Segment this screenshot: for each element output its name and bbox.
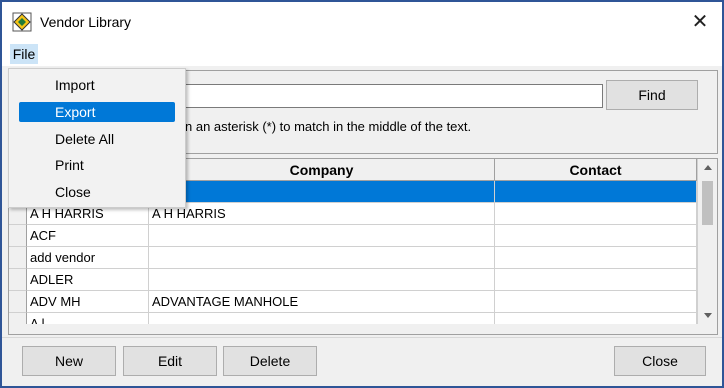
row-indicator	[9, 225, 27, 247]
cell-company	[149, 225, 495, 247]
search-input[interactable]	[179, 84, 603, 108]
menu-item-delete-all[interactable]: Delete All	[19, 129, 175, 149]
cell-name: ACF	[27, 225, 149, 247]
delete-button[interactable]: Delete	[223, 346, 317, 376]
edit-button[interactable]: Edit	[123, 346, 217, 376]
close-button[interactable]: Close	[614, 346, 706, 376]
scroll-down-icon[interactable]	[704, 313, 712, 318]
new-button[interactable]: New	[22, 346, 116, 376]
table-row[interactable]: ACF	[9, 225, 697, 247]
row-indicator	[9, 247, 27, 269]
window-title: Vendor Library	[40, 14, 132, 30]
header-company[interactable]: Company	[149, 159, 495, 181]
cell-company	[149, 247, 495, 269]
menu-item-print[interactable]: Print	[19, 155, 175, 175]
cell-name: add vendor	[27, 247, 149, 269]
cell-contact	[495, 291, 697, 313]
cell-company: ADVANTAGE MANHOLE	[149, 291, 495, 313]
header-contact[interactable]: Contact	[495, 159, 697, 181]
file-menu-dropdown: Import Export Delete All Print Close	[8, 68, 186, 208]
table-row[interactable]: ADV MH ADVANTAGE MANHOLE	[9, 291, 697, 313]
cell-name: ADV MH	[27, 291, 149, 313]
cell-company: A H HARRIS	[149, 203, 495, 225]
cell-contact	[495, 181, 697, 203]
search-hint: n an asterisk (*) to match in the middle…	[185, 119, 472, 134]
cell-company	[149, 181, 495, 203]
vendor-library-window: Vendor Library ✕ File Find n an asterisk…	[0, 0, 724, 388]
menu-item-export[interactable]: Export	[19, 102, 175, 122]
table-footer-strip	[8, 324, 718, 335]
row-indicator	[9, 291, 27, 313]
vertical-scrollbar[interactable]	[697, 159, 717, 325]
scroll-up-icon[interactable]	[704, 165, 712, 170]
table-row[interactable]: ADLER	[9, 269, 697, 291]
cell-company	[149, 269, 495, 291]
vendor-library-app-icon	[12, 12, 32, 32]
cell-contact	[495, 225, 697, 247]
table-row[interactable]: add vendor	[9, 247, 697, 269]
find-button[interactable]: Find	[606, 80, 698, 110]
scroll-thumb[interactable]	[702, 181, 713, 225]
menu-file[interactable]: File	[10, 44, 38, 64]
cell-name: ADLER	[27, 269, 149, 291]
menu-item-close[interactable]: Close	[19, 182, 175, 202]
divider	[2, 337, 722, 338]
menu-item-import[interactable]: Import	[19, 75, 175, 95]
cell-contact	[495, 269, 697, 291]
cell-contact	[495, 247, 697, 269]
close-icon[interactable]: ✕	[688, 10, 712, 34]
cell-contact	[495, 203, 697, 225]
menu-bar: File	[2, 42, 722, 66]
row-indicator	[9, 269, 27, 291]
title-bar: Vendor Library ✕	[2, 2, 722, 42]
